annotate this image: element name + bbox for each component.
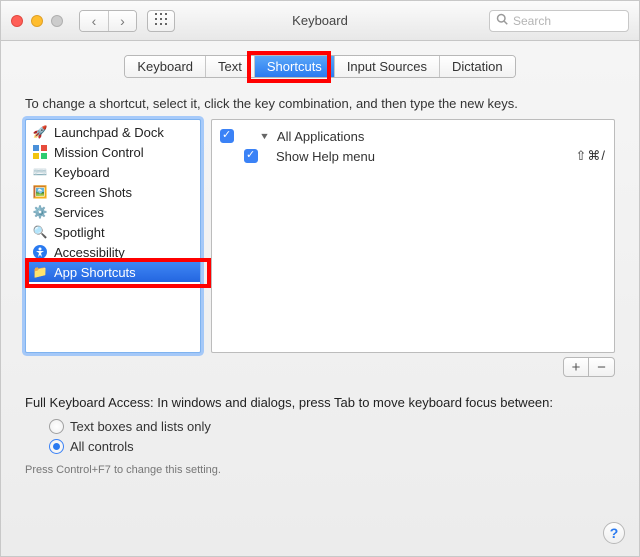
category-accessibility[interactable]: Accessibility bbox=[26, 242, 200, 262]
traffic-lights bbox=[11, 15, 63, 27]
shortcut-list[interactable]: ▼ All Applications Show Help menu ⇧⌘/ bbox=[211, 119, 615, 353]
fka-option-all-controls[interactable]: All controls bbox=[49, 436, 615, 456]
zoom-icon[interactable] bbox=[51, 15, 63, 27]
preferences-window: ‹ › Keyboard Keyboard Text Shortcuts Inp… bbox=[0, 0, 640, 557]
shortcut-keys[interactable]: ⇧⌘/ bbox=[575, 148, 606, 164]
window-title: Keyboard bbox=[292, 13, 348, 28]
nav-segmented: ‹ › bbox=[79, 10, 137, 32]
accessibility-icon bbox=[32, 244, 48, 260]
help-icon: ? bbox=[610, 525, 619, 541]
app-shortcuts-icon: 📁 bbox=[32, 264, 48, 280]
fka-option-text-only[interactable]: Text boxes and lists only bbox=[49, 416, 615, 436]
category-label: Accessibility bbox=[54, 245, 125, 260]
mission-control-icon bbox=[32, 144, 48, 160]
category-label: Screen Shots bbox=[54, 185, 132, 200]
search-input[interactable] bbox=[513, 14, 622, 28]
fka-radio-group: Text boxes and lists only All controls bbox=[49, 416, 615, 456]
tab-keyboard[interactable]: Keyboard bbox=[125, 56, 205, 77]
category-services[interactable]: ⚙️ Services bbox=[26, 202, 200, 222]
forward-button[interactable]: › bbox=[108, 11, 136, 31]
shortcut-group-label: All Applications bbox=[277, 129, 364, 144]
shortcut-row[interactable]: Show Help menu ⇧⌘/ bbox=[220, 146, 606, 166]
panes: 🚀 Launchpad & Dock Mission Control ⌨️ Ke… bbox=[25, 119, 615, 353]
instructions-text: To change a shortcut, select it, click t… bbox=[25, 96, 615, 111]
fka-label: Full Keyboard Access: In windows and dia… bbox=[25, 395, 615, 410]
tab-dictation[interactable]: Dictation bbox=[439, 56, 515, 77]
shortcut-label: Show Help menu bbox=[276, 149, 575, 164]
close-icon[interactable] bbox=[11, 15, 23, 27]
category-label: Services bbox=[54, 205, 104, 220]
tab-input-sources[interactable]: Input Sources bbox=[334, 56, 439, 77]
tab-text[interactable]: Text bbox=[205, 56, 254, 77]
back-button[interactable]: ‹ bbox=[80, 11, 108, 31]
tabs: Keyboard Text Shortcuts Input Sources Di… bbox=[124, 55, 515, 78]
shortcut-checkbox[interactable] bbox=[244, 149, 258, 163]
add-remove-control: + − bbox=[25, 357, 615, 377]
category-label: Spotlight bbox=[54, 225, 105, 240]
radio-text-only[interactable] bbox=[49, 419, 64, 434]
launchpad-icon: 🚀 bbox=[32, 124, 48, 140]
radio-all-controls[interactable] bbox=[49, 439, 64, 454]
minimize-icon[interactable] bbox=[31, 15, 43, 27]
services-icon: ⚙️ bbox=[32, 204, 48, 220]
tabs-row: Keyboard Text Shortcuts Input Sources Di… bbox=[1, 41, 639, 88]
category-label: Keyboard bbox=[54, 165, 110, 180]
titlebar: ‹ › Keyboard bbox=[1, 1, 639, 41]
category-label: Launchpad & Dock bbox=[54, 125, 164, 140]
category-label: Mission Control bbox=[54, 145, 144, 160]
category-keyboard[interactable]: ⌨️ Keyboard bbox=[26, 162, 200, 182]
category-mission-control[interactable]: Mission Control bbox=[26, 142, 200, 162]
category-label: App Shortcuts bbox=[54, 265, 136, 280]
remove-button[interactable]: − bbox=[589, 357, 615, 377]
screenshots-icon: 🖼️ bbox=[32, 184, 48, 200]
keyboard-icon: ⌨️ bbox=[32, 164, 48, 180]
search-field[interactable] bbox=[489, 10, 629, 32]
category-spotlight[interactable]: 🔍 Spotlight bbox=[26, 222, 200, 242]
disclosure-triangle-icon[interactable]: ▼ bbox=[259, 131, 270, 141]
category-list[interactable]: 🚀 Launchpad & Dock Mission Control ⌨️ Ke… bbox=[25, 119, 201, 353]
shortcut-group-row[interactable]: ▼ All Applications bbox=[220, 126, 606, 146]
radio-label: All controls bbox=[70, 439, 134, 454]
category-screen-shots[interactable]: 🖼️ Screen Shots bbox=[26, 182, 200, 202]
show-all-button[interactable] bbox=[147, 10, 175, 32]
fka-hint: Press Control+F7 to change this setting. bbox=[25, 464, 615, 476]
category-launchpad-dock[interactable]: 🚀 Launchpad & Dock bbox=[26, 122, 200, 142]
content: To change a shortcut, select it, click t… bbox=[1, 88, 639, 556]
chevron-left-icon: ‹ bbox=[92, 13, 97, 29]
search-icon bbox=[496, 13, 508, 28]
spotlight-icon: 🔍 bbox=[32, 224, 48, 240]
add-button[interactable]: + bbox=[563, 357, 589, 377]
group-checkbox[interactable] bbox=[220, 129, 234, 143]
category-app-shortcuts[interactable]: 📁 App Shortcuts bbox=[26, 262, 200, 282]
help-button[interactable]: ? bbox=[603, 522, 625, 544]
tab-shortcuts[interactable]: Shortcuts bbox=[254, 56, 334, 77]
chevron-right-icon: › bbox=[120, 13, 125, 29]
radio-label: Text boxes and lists only bbox=[70, 419, 211, 434]
grid-icon bbox=[155, 13, 167, 28]
